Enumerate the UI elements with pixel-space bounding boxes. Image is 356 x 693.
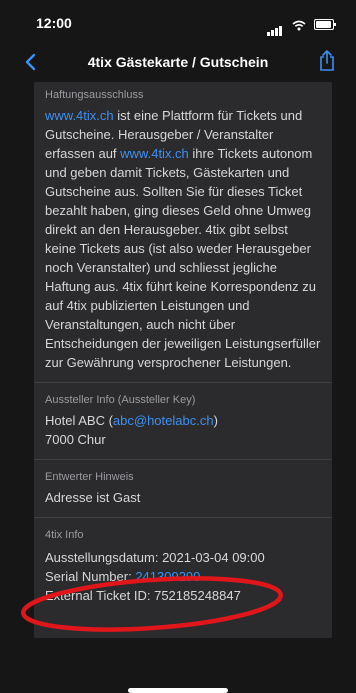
validator-hint: Adresse ist Gast	[45, 490, 141, 505]
issue-date-value: 2021-03-04 09:00	[162, 550, 265, 565]
issuer-name-close: )	[213, 413, 218, 428]
disclaimer-text: www.4tix.ch ist eine Plattform für Ticke…	[45, 106, 321, 372]
battery-icon	[314, 19, 336, 30]
status-time: 12:00	[36, 15, 72, 31]
phone-screen: 12:00 4tix Gästekarte / Gutschein Haftun…	[0, 0, 356, 693]
divider	[34, 459, 332, 460]
issue-date-label: Ausstellungsdatum:	[45, 550, 163, 565]
serial-number-link[interactable]: 241309290	[135, 569, 200, 584]
section-haftungsausschluss: Haftungsausschluss www.4tix.ch ist eine …	[34, 82, 332, 372]
disclaimer-text-part: ihre Tickets autonom und geben damit Tic…	[45, 146, 321, 370]
cellular-signal-icon	[267, 18, 283, 36]
status-bar: 12:00	[0, 0, 356, 36]
serial-number-label: Serial Number:	[45, 569, 136, 584]
ticket-info: Ausstellungsdatum: 2021-03-04 09:00 Seria…	[45, 548, 321, 605]
share-icon[interactable]	[318, 50, 336, 72]
section-title: Aussteller Info (Aussteller Key)	[45, 394, 196, 406]
section-title: 4tix Info	[45, 529, 84, 541]
issuer-info: Hotel ABC (abc@hotelabc.ch) 7000 Chur	[45, 411, 321, 449]
section-title: Entwerter Hinweis	[45, 471, 134, 483]
section-4tix-info: 4tix Info Ausstellungsdatum: 2021-03-04 …	[34, 528, 332, 605]
external-id-value: 752185248847	[154, 588, 241, 603]
issuer-name: Hotel ABC (	[45, 413, 113, 428]
divider	[34, 517, 332, 518]
navigation-bar: 4tix Gästekarte / Gutschein	[0, 44, 356, 80]
section-aussteller: Aussteller Info (Aussteller Key) Hotel A…	[34, 393, 332, 449]
issuer-email-link[interactable]: abc@hotelabc.ch	[113, 413, 214, 428]
divider	[34, 382, 332, 383]
status-icons	[263, 18, 336, 36]
website-link[interactable]: www.4tix.ch	[120, 146, 189, 161]
wifi-icon	[292, 18, 306, 36]
nav-title: 4tix Gästekarte / Gutschein	[87, 54, 269, 70]
section-title: Haftungsausschluss	[45, 89, 144, 101]
external-id-label: External Ticket ID:	[45, 588, 155, 603]
section-entwerter: Entwerter Hinweis Adresse ist Gast	[34, 470, 332, 507]
home-indicator	[128, 688, 228, 693]
website-link[interactable]: www.4tix.ch	[45, 108, 114, 123]
issuer-city: 7000 Chur	[45, 432, 106, 447]
ticket-details-card: Haftungsausschluss www.4tix.ch ist eine …	[34, 82, 332, 638]
